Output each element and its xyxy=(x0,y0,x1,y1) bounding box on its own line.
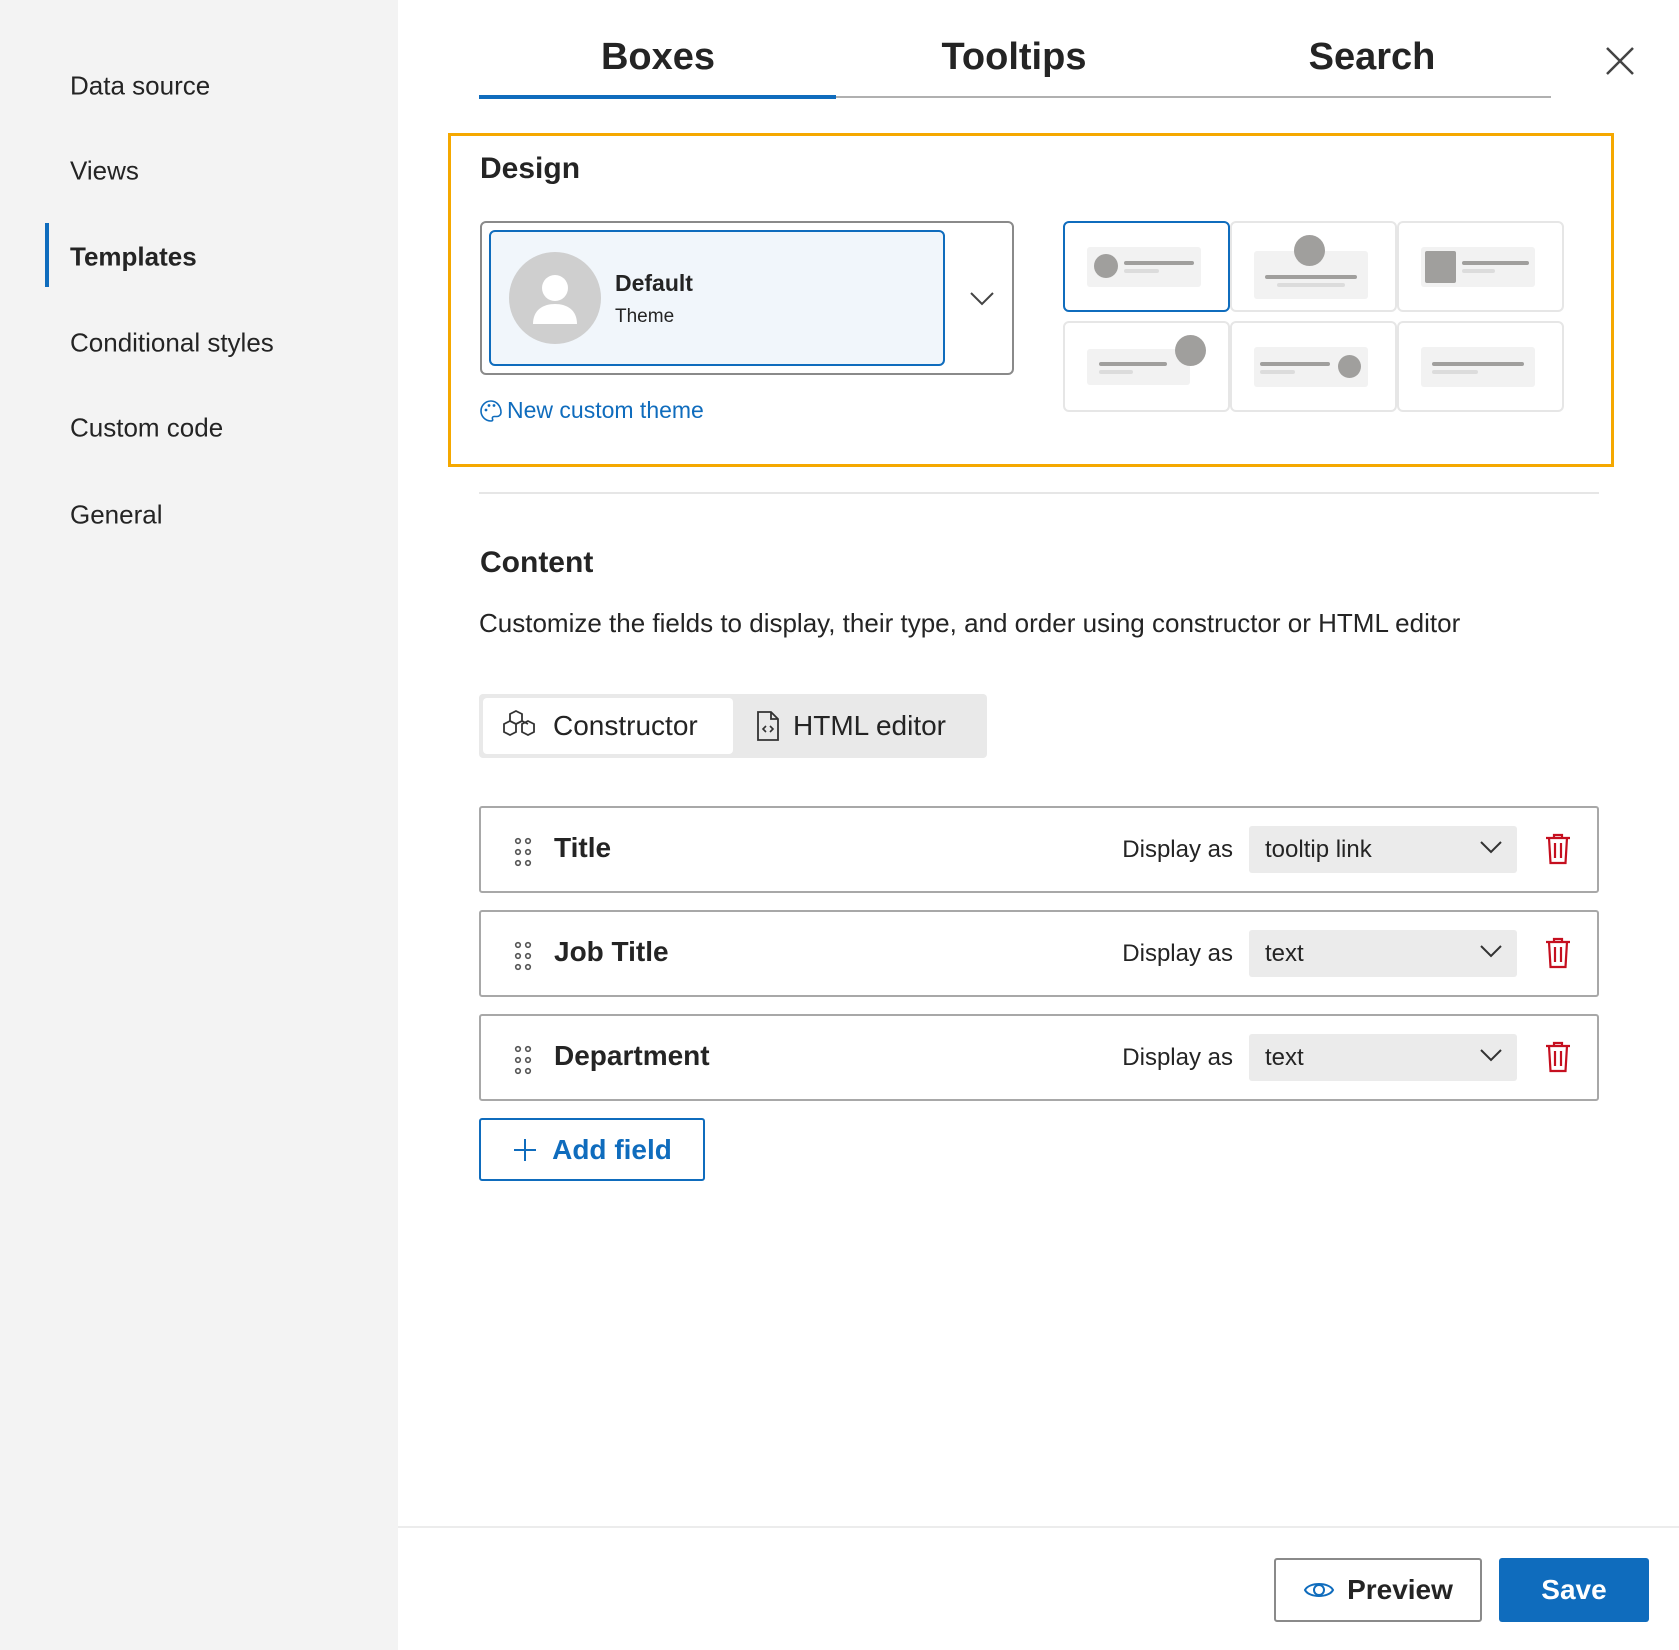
field-name: Job Title xyxy=(554,936,669,967)
tab-boxes[interactable]: Boxes xyxy=(601,36,715,79)
section-divider xyxy=(479,492,1599,494)
layout-option-avatar-top[interactable] xyxy=(1230,221,1397,312)
sidebar-item-conditional-styles[interactable]: Conditional styles xyxy=(70,328,274,359)
field-name: Title xyxy=(554,832,612,863)
tab-search[interactable]: Search xyxy=(1309,36,1436,79)
layout-option-text-only[interactable] xyxy=(1397,321,1564,412)
add-field-button[interactable]: Add field xyxy=(479,1118,705,1181)
save-button[interactable]: Save xyxy=(1499,1558,1649,1622)
constructor-button[interactable]: Constructor xyxy=(483,698,733,754)
palette-icon xyxy=(480,399,502,422)
layout-option-avatar-left[interactable] xyxy=(1063,221,1230,312)
sidebar-item-general[interactable]: General xyxy=(70,500,163,531)
sidebar-item-templates[interactable]: Templates xyxy=(70,242,197,273)
new-custom-theme-link[interactable]: New custom theme xyxy=(479,397,704,424)
chevron-down-icon xyxy=(1480,945,1502,958)
code-file-icon xyxy=(757,711,779,741)
trash-icon[interactable] xyxy=(1544,936,1572,970)
layout-option-avatar-right[interactable] xyxy=(1230,321,1397,412)
trash-icon[interactable] xyxy=(1544,1040,1572,1074)
content-heading: Content xyxy=(480,546,594,579)
tab-tooltips[interactable]: Tooltips xyxy=(942,36,1087,79)
trash-icon[interactable] xyxy=(1544,832,1572,866)
html-editor-label: HTML editor xyxy=(793,710,947,741)
sidebar-item-data-source[interactable]: Data source xyxy=(70,71,210,102)
preview-button[interactable]: Preview xyxy=(1274,1558,1482,1622)
display-as-value: text xyxy=(1265,940,1304,967)
theme-name: Default xyxy=(615,270,693,296)
layout-option-square-left[interactable] xyxy=(1397,221,1564,312)
field-name: Department xyxy=(554,1040,710,1071)
html-editor-button[interactable]: HTML editor xyxy=(735,698,966,754)
avatar-icon xyxy=(509,252,601,344)
tab-active-indicator xyxy=(479,95,836,99)
drag-handle-icon[interactable] xyxy=(513,837,533,867)
sidebar: Data source Views Templates Conditional … xyxy=(0,0,398,1650)
cubes-icon xyxy=(503,709,535,737)
display-as-label: Display as xyxy=(1122,1044,1233,1071)
design-heading: Design xyxy=(480,152,581,185)
field-row: Title Display as tooltip link xyxy=(479,806,1599,893)
display-as-value: text xyxy=(1265,1044,1304,1071)
field-row: Department Display as text xyxy=(479,1014,1599,1101)
display-as-value: tooltip link xyxy=(1265,836,1372,863)
display-as-label: Display as xyxy=(1122,940,1233,967)
display-as-label: Display as xyxy=(1122,836,1233,863)
drag-handle-icon[interactable] xyxy=(513,1045,533,1075)
chevron-down-icon xyxy=(1480,1049,1502,1062)
chevron-down-icon xyxy=(1480,841,1502,854)
footer-divider xyxy=(398,1526,1679,1528)
add-field-label: Add field xyxy=(552,1133,672,1165)
display-as-dropdown[interactable]: text xyxy=(1249,1034,1517,1081)
constructor-label: Constructor xyxy=(553,710,698,741)
content-description: Customize the fields to display, their t… xyxy=(479,608,1461,638)
close-icon[interactable] xyxy=(1603,44,1637,78)
field-row: Job Title Display as text xyxy=(479,910,1599,997)
preview-label: Preview xyxy=(1347,1574,1453,1605)
chevron-down-icon xyxy=(970,292,994,306)
plus-icon xyxy=(514,1138,537,1161)
active-indicator xyxy=(45,223,49,287)
drag-handle-icon[interactable] xyxy=(513,941,533,971)
sidebar-item-views[interactable]: Views xyxy=(70,156,139,187)
display-as-dropdown[interactable]: text xyxy=(1249,930,1517,977)
theme-subtitle: Theme xyxy=(615,306,675,327)
eye-icon xyxy=(1303,1583,1335,1597)
new-custom-theme-label: New custom theme xyxy=(507,397,704,423)
sidebar-item-custom-code[interactable]: Custom code xyxy=(70,413,223,444)
editor-mode-toggle: Constructor HTML editor xyxy=(479,694,987,758)
display-as-dropdown[interactable]: tooltip link xyxy=(1249,826,1517,873)
layout-option-avatar-top-right[interactable] xyxy=(1063,321,1230,412)
